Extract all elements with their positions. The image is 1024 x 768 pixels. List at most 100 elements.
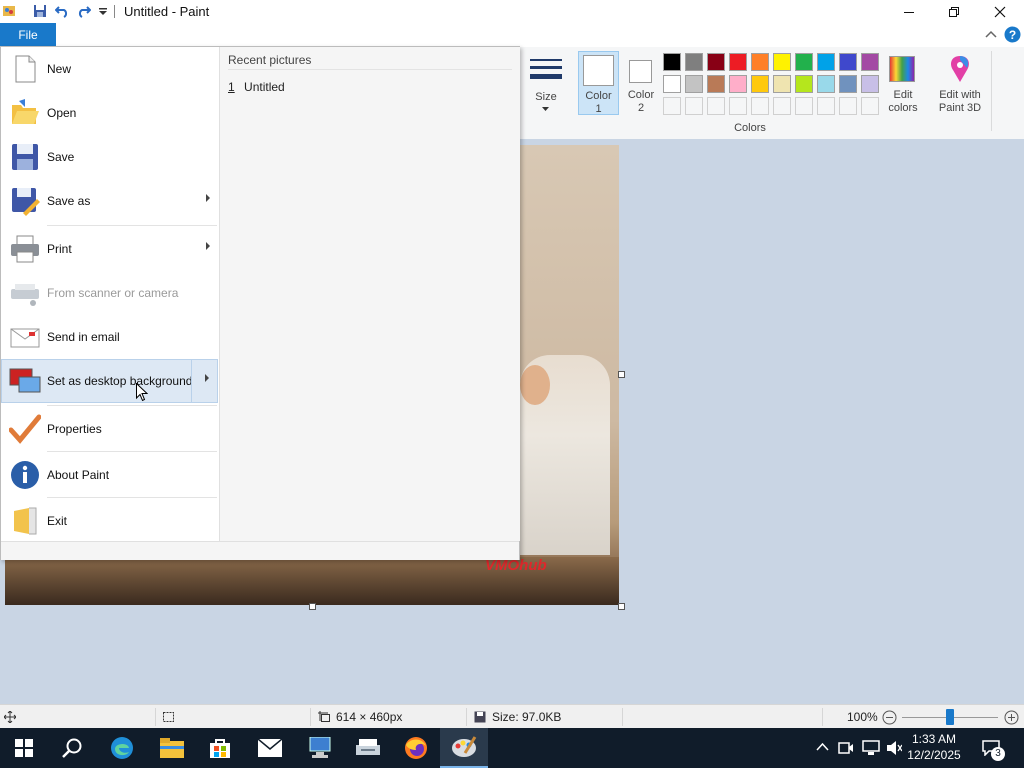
- chevron-right-icon: [206, 194, 210, 202]
- taskbar-scan-app[interactable]: [344, 728, 392, 768]
- close-button[interactable]: [977, 0, 1023, 23]
- menu-set-desktop-background[interactable]: Set as desktop background: [1, 359, 218, 403]
- custom-color-slot[interactable]: [707, 97, 725, 115]
- customize-quick-access-icon[interactable]: [98, 4, 108, 18]
- palette-swatch[interactable]: [817, 75, 835, 93]
- custom-color-slot[interactable]: [751, 97, 769, 115]
- system-clock[interactable]: 1:33 AM 12/2/2025: [904, 731, 964, 763]
- custom-color-slot[interactable]: [861, 97, 879, 115]
- zoom-out-icon[interactable]: [882, 710, 897, 725]
- custom-color-slot[interactable]: [663, 97, 681, 115]
- color2-button[interactable]: Color 2: [621, 51, 661, 115]
- menu-from-scanner: From scanner or camera: [1, 271, 218, 315]
- menu-exit[interactable]: Exit: [1, 499, 218, 543]
- resize-handle-right[interactable]: [618, 371, 625, 378]
- colors-group-label: Colors: [734, 122, 766, 134]
- zoom-in-icon[interactable]: [1004, 710, 1019, 725]
- scanner-icon: [11, 284, 39, 306]
- edit-colors-button[interactable]: Edit colors: [884, 51, 922, 121]
- taskbar-paint[interactable]: [440, 728, 488, 768]
- taskbar-file-explorer[interactable]: [148, 728, 196, 768]
- resize-handle-corner[interactable]: [618, 603, 625, 610]
- network-icon[interactable]: [862, 740, 880, 756]
- palette-swatch[interactable]: [839, 75, 857, 93]
- palette-swatch[interactable]: [707, 75, 725, 93]
- menu-properties[interactable]: Properties: [1, 407, 218, 451]
- menu-open[interactable]: Open: [1, 91, 218, 135]
- palette-swatch[interactable]: [685, 75, 703, 93]
- help-icon[interactable]: ?: [1004, 26, 1021, 43]
- notification-center-button[interactable]: 3: [980, 738, 1006, 761]
- taskbar-search-button[interactable]: [48, 728, 96, 768]
- palette-swatch[interactable]: [663, 53, 681, 71]
- custom-color-slot[interactable]: [773, 97, 791, 115]
- taskbar-remote-desktop[interactable]: [296, 728, 344, 768]
- palette-swatch[interactable]: [773, 53, 791, 71]
- palette-swatch[interactable]: [751, 53, 769, 71]
- menu-about-paint[interactable]: About Paint: [1, 453, 218, 497]
- menu-new-label: New: [47, 62, 72, 76]
- palette-swatch[interactable]: [729, 53, 747, 71]
- custom-color-slot[interactable]: [729, 97, 747, 115]
- recent-picture-name: Untitled: [244, 80, 285, 94]
- start-button[interactable]: [0, 728, 48, 768]
- palette-swatch[interactable]: [751, 75, 769, 93]
- quick-save-icon[interactable]: [33, 4, 47, 18]
- menu-send-email[interactable]: Send in email: [1, 315, 218, 359]
- palette-swatch[interactable]: [685, 53, 703, 71]
- svg-text:?: ?: [1009, 28, 1016, 42]
- palette-swatch[interactable]: [861, 75, 879, 93]
- palette-swatch[interactable]: [839, 53, 857, 71]
- custom-color-slot[interactable]: [817, 97, 835, 115]
- scanner-app-icon: [356, 739, 380, 755]
- palette-swatch[interactable]: [729, 75, 747, 93]
- palette-swatch[interactable]: [663, 75, 681, 93]
- palette-swatch[interactable]: [707, 53, 725, 71]
- paint3d-icon: [951, 56, 969, 82]
- cursor-position-icon: [4, 711, 16, 723]
- meet-now-icon[interactable]: [838, 740, 854, 756]
- taskbar: 1:33 AM 12/2/2025 3: [0, 728, 1024, 768]
- file-tab[interactable]: File: [0, 23, 56, 47]
- notification-count-badge: 3: [991, 747, 1005, 761]
- color1-button[interactable]: Color 1: [578, 51, 619, 115]
- custom-color-slot[interactable]: [795, 97, 813, 115]
- recent-picture-item[interactable]: 1 Untitled: [228, 80, 285, 94]
- size-label: Size: [535, 91, 557, 103]
- taskbar-edge[interactable]: [98, 728, 146, 768]
- zoom-slider-thumb[interactable]: [946, 709, 954, 725]
- file-menu-commands: New Open Save Save as Print From scanner…: [1, 47, 218, 541]
- palette-swatch[interactable]: [817, 53, 835, 71]
- size-button[interactable]: Size: [524, 51, 568, 117]
- menu-save[interactable]: Save: [1, 135, 218, 179]
- custom-color-slot[interactable]: [685, 97, 703, 115]
- taskbar-store[interactable]: [196, 728, 244, 768]
- menu-save-as[interactable]: Save as: [1, 179, 218, 223]
- image-dimensions: 614 × 460px: [336, 710, 403, 724]
- collapse-ribbon-icon[interactable]: [985, 29, 997, 39]
- restore-icon: [949, 6, 959, 17]
- color1-label-line1: Color: [585, 90, 612, 102]
- show-hidden-icons-icon[interactable]: [816, 742, 829, 752]
- menu-new[interactable]: New: [1, 47, 218, 91]
- resize-handle-bottom[interactable]: [309, 603, 316, 610]
- palette-swatch[interactable]: [795, 75, 813, 93]
- windows-logo-icon: [15, 739, 33, 757]
- color2-swatch: [629, 60, 652, 83]
- volume-muted-icon[interactable]: [886, 740, 902, 756]
- palette-swatch[interactable]: [773, 75, 791, 93]
- taskbar-mail[interactable]: [246, 728, 294, 768]
- undo-icon[interactable]: [55, 4, 69, 18]
- color1-label-line2: 1: [595, 103, 602, 115]
- menu-print[interactable]: Print: [1, 227, 218, 271]
- taskbar-firefox[interactable]: [392, 728, 440, 768]
- minimize-button[interactable]: [886, 0, 932, 23]
- palette-swatch[interactable]: [861, 53, 879, 71]
- redo-icon[interactable]: [77, 4, 91, 18]
- custom-color-slot[interactable]: [839, 97, 857, 115]
- palette-swatch[interactable]: [795, 53, 813, 71]
- edit-with-paint3d-button[interactable]: Edit with Paint 3D: [931, 51, 989, 121]
- exit-icon: [14, 507, 37, 535]
- restore-button[interactable]: [931, 0, 977, 23]
- save-as-icon: [12, 188, 40, 216]
